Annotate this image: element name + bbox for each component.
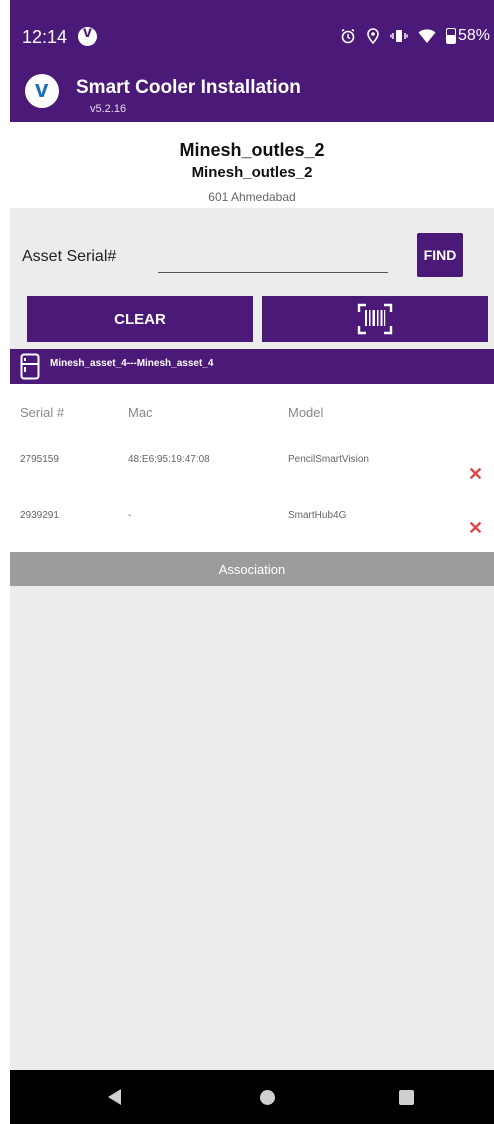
asset-header[interactable]: Minesh_asset_4---Minesh_asset_4 <box>10 349 494 384</box>
delete-icon[interactable]: ✕ <box>468 518 483 539</box>
home-icon[interactable] <box>260 1090 275 1105</box>
alarm-icon <box>341 28 355 44</box>
battery-percent: 58% <box>457 27 490 44</box>
recent-apps-icon[interactable] <box>399 1090 414 1105</box>
outlet-code: Minesh_outles_2 <box>191 164 313 181</box>
row-serial: 2939291 <box>20 510 59 521</box>
vibrate-icon <box>390 30 408 42</box>
status-bar: 12:14 58% <box>10 0 494 58</box>
outlet-location: 601 Ahmedabad <box>208 190 296 204</box>
status-time: 12:14 <box>22 27 68 47</box>
header-serial: Serial # <box>20 405 65 420</box>
screen: 12:14 58% Smart Cooler Installation v5.2… <box>0 0 494 1124</box>
association-tab[interactable]: Association <box>10 552 494 586</box>
outlet-info: Minesh_outles_2 Minesh_outles_2 601 Ahme… <box>10 122 494 208</box>
device-table: Serial # Mac Model 2795159 48:E6:95:19:4… <box>10 384 494 552</box>
row-serial: 2795159 <box>20 454 59 465</box>
app-title: Smart Cooler Installation <box>76 77 301 98</box>
asset-serial-input[interactable] <box>158 242 388 273</box>
app-version: v5.2.16 <box>90 103 127 115</box>
location-icon <box>367 28 379 44</box>
scan-barcode-button[interactable] <box>262 296 488 342</box>
asset-name: Minesh_asset_4---Minesh_asset_4 <box>50 358 214 369</box>
status-icons: 58% <box>340 27 490 45</box>
app-logo-icon <box>25 74 59 108</box>
battery-icon <box>445 28 456 44</box>
wifi-icon <box>418 28 436 43</box>
row-model: SmartHub4G <box>288 510 347 521</box>
back-icon[interactable] <box>108 1089 121 1105</box>
header-mac: Mac <box>128 405 153 420</box>
system-nav-bar <box>10 1070 494 1124</box>
row-mac: 48:E6:95:19:47:08 <box>128 454 210 465</box>
header-model: Model <box>288 405 324 420</box>
delete-icon[interactable]: ✕ <box>468 464 483 485</box>
clear-button[interactable]: CLEAR <box>27 296 253 342</box>
app-header: Smart Cooler Installation v5.2.16 <box>10 58 494 122</box>
outlet-name: Minesh_outles_2 <box>179 140 325 160</box>
find-button[interactable]: FIND <box>417 233 463 277</box>
v-logo-icon <box>78 24 97 46</box>
barcode-scan-icon <box>357 303 393 335</box>
row-model: PencilSmartVision <box>288 454 369 465</box>
asset-serial-label: Asset Serial# <box>22 248 117 265</box>
cooler-icon <box>20 353 40 380</box>
row-mac: - <box>128 510 132 521</box>
